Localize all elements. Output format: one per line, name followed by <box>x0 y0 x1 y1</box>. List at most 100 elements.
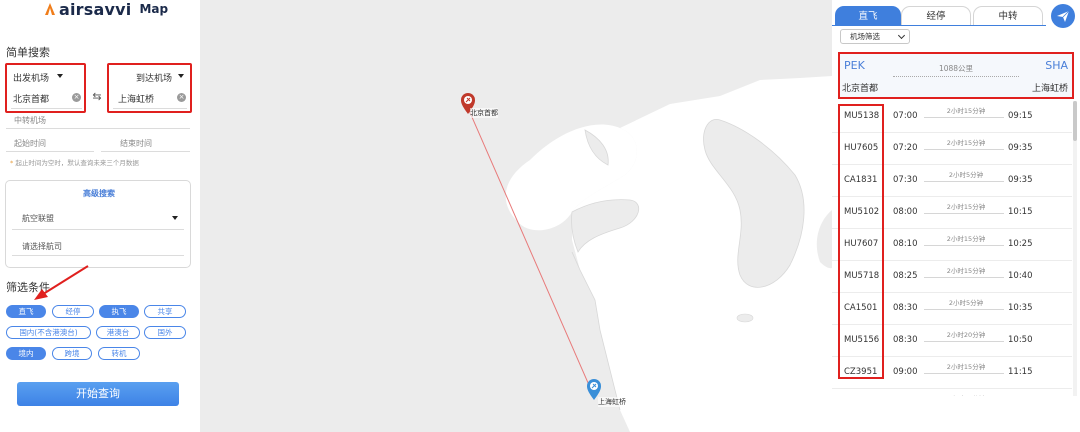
departure-time: 08:30 <box>893 303 918 313</box>
airport-filter-label: 机场筛选 <box>850 32 880 41</box>
flight-list-scrollbar[interactable] <box>1073 101 1077 396</box>
flight-duration: 2小时20分钟 <box>946 331 986 339</box>
departure-time: 07:00 <box>893 111 918 121</box>
filter-chip-transfer[interactable]: 转机 <box>98 347 140 360</box>
flight-duration: 2小时15分钟 <box>946 363 986 371</box>
duration-line <box>924 373 1004 374</box>
paper-plane-icon <box>1057 10 1070 22</box>
flight-duration: 2小时15分钟 <box>946 107 986 115</box>
start-time-underline <box>6 151 94 152</box>
filter-chip-inbound[interactable]: 境内 <box>6 347 46 360</box>
route-map[interactable]: 北京首都 上海虹桥 <box>200 0 832 432</box>
flight-list-scroll-thumb[interactable] <box>1073 101 1077 141</box>
arrival-clear-icon[interactable]: × <box>177 93 186 102</box>
flight-duration: 2小时15分钟 <box>946 139 986 147</box>
flight-duration: 2小时5分钟 <box>948 171 984 179</box>
time-note: * 起止时间为空时，默认查询未来三个月数据 <box>10 157 139 167</box>
arrival-time: 10:50 <box>1008 335 1033 345</box>
departure-time: 09:00 <box>893 367 918 377</box>
flight-row[interactable]: 2小时20分钟 <box>832 389 1072 396</box>
filter-chip-operated[interactable]: 执飞 <box>99 305 139 318</box>
arrival-time: 10:40 <box>1008 271 1033 281</box>
alliance-chevron-down-icon[interactable] <box>172 216 178 220</box>
filter-chip-foreign[interactable]: 国外 <box>144 326 186 339</box>
arrival-label[interactable]: 到达机场 <box>136 71 172 84</box>
airline-select[interactable]: 请选择航司 <box>22 241 62 252</box>
tab-transfer[interactable]: 中转 <box>973 6 1043 25</box>
route-summary: PEK SHA 1088公里 北京首都 上海虹桥 <box>838 52 1074 99</box>
tab-baseline <box>832 25 1046 26</box>
simple-search-title: 简单搜索 <box>6 46 50 59</box>
logo-product: Map <box>139 2 169 16</box>
note-text: 起止时间为空时，默认查询未来三个月数据 <box>15 159 139 167</box>
departure-time: 07:30 <box>893 175 918 185</box>
departure-time: 07:20 <box>893 143 918 153</box>
tab-stopover[interactable]: 经停 <box>901 6 971 25</box>
flight-duration: 2小时15分钟 <box>946 235 986 243</box>
route-distance: 1088公里 <box>938 64 974 73</box>
alliance-underline <box>12 229 184 230</box>
transfer-airport-input[interactable]: 中转机场 <box>14 115 46 126</box>
logo: airsavvi Map <box>45 0 169 19</box>
flight-duration: 2小时20分钟 <box>927 393 1005 396</box>
departure-time: 08:30 <box>893 335 918 345</box>
destination-city: 上海虹桥 <box>1031 84 1068 94</box>
duration-line <box>924 149 1004 150</box>
duration-line <box>924 277 1004 278</box>
flight-duration: 2小时15分钟 <box>946 203 986 211</box>
departure-time: 08:00 <box>893 207 918 217</box>
duration-line <box>924 213 1004 214</box>
advanced-search-title: 高级搜索 <box>83 189 115 198</box>
annotation-arrow-icon <box>34 265 89 300</box>
arrival-time: 09:35 <box>1008 175 1033 185</box>
distance-line <box>893 76 1019 77</box>
map-canvas[interactable] <box>200 0 832 432</box>
duration-line <box>924 341 1004 342</box>
filter-chip-domestic[interactable]: 国内(不含港澳台) <box>6 326 91 339</box>
duration-line <box>924 117 1004 118</box>
results-panel: 直飞 经停 中转 机场筛选 PEK SHA 1088公里 北京首都 上海虹桥 M… <box>832 0 1080 432</box>
departure-chevron-down-icon[interactable] <box>57 74 63 78</box>
arrival-time: 11:15 <box>1008 367 1033 377</box>
filter-chip-codeshare[interactable]: 共享 <box>144 305 186 318</box>
logo-brand: airsavvi <box>59 0 132 19</box>
start-time-input[interactable]: 起始时间 <box>14 138 46 149</box>
advanced-search-box: 高级搜索 航空联盟 请选择航司 <box>5 180 191 268</box>
airline-underline <box>12 255 184 256</box>
flight-number-highlight <box>838 104 884 379</box>
end-time-input[interactable]: 结束时间 <box>120 138 152 149</box>
duration-line <box>924 245 1004 246</box>
filter-chip-hmt[interactable]: 港澳台 <box>96 326 140 339</box>
arrival-underline <box>113 108 187 109</box>
departure-time: 08:25 <box>893 271 918 281</box>
departure-input[interactable]: 北京首都 <box>13 92 49 105</box>
origin-airport-label: 北京首都 <box>470 108 498 118</box>
flight-duration: 2小时5分钟 <box>948 299 984 307</box>
logo-icon <box>45 3 55 15</box>
filter-chip-stopover[interactable]: 经停 <box>52 305 94 318</box>
search-panel: airsavvi Map 简单搜索 出发机场 北京首都 × ⇆ 到达机场 上海虹… <box>0 0 200 432</box>
swap-icon[interactable]: ⇆ <box>91 91 103 103</box>
destination-airport-label: 上海虹桥 <box>598 397 626 407</box>
arrival-input[interactable]: 上海虹桥 <box>118 92 154 105</box>
airport-filter-select[interactable]: 机场筛选 <box>840 29 910 44</box>
filter-chip-direct[interactable]: 直飞 <box>6 305 46 318</box>
departure-clear-icon[interactable]: × <box>72 93 81 102</box>
filter-chip-crossborder[interactable]: 跨境 <box>52 347 92 360</box>
departure-label[interactable]: 出发机场 <box>13 71 49 84</box>
note-mark: * <box>10 159 14 167</box>
departure-time: 08:10 <box>893 239 918 249</box>
duration-line <box>924 309 1004 310</box>
arrival-time: 10:35 <box>1008 303 1033 313</box>
arrival-time: 09:35 <box>1008 143 1033 153</box>
send-plane-button[interactable] <box>1051 4 1075 28</box>
departure-underline <box>11 108 82 109</box>
duration-line <box>924 181 1004 182</box>
start-search-button[interactable]: 开始查询 <box>17 382 179 406</box>
alliance-select[interactable]: 航空联盟 <box>22 213 54 224</box>
transfer-underline <box>6 128 190 129</box>
arrival-chevron-down-icon[interactable] <box>178 74 184 78</box>
flight-duration: 2小时15分钟 <box>946 267 986 275</box>
tab-direct[interactable]: 直飞 <box>835 6 901 25</box>
end-time-underline <box>101 151 190 152</box>
